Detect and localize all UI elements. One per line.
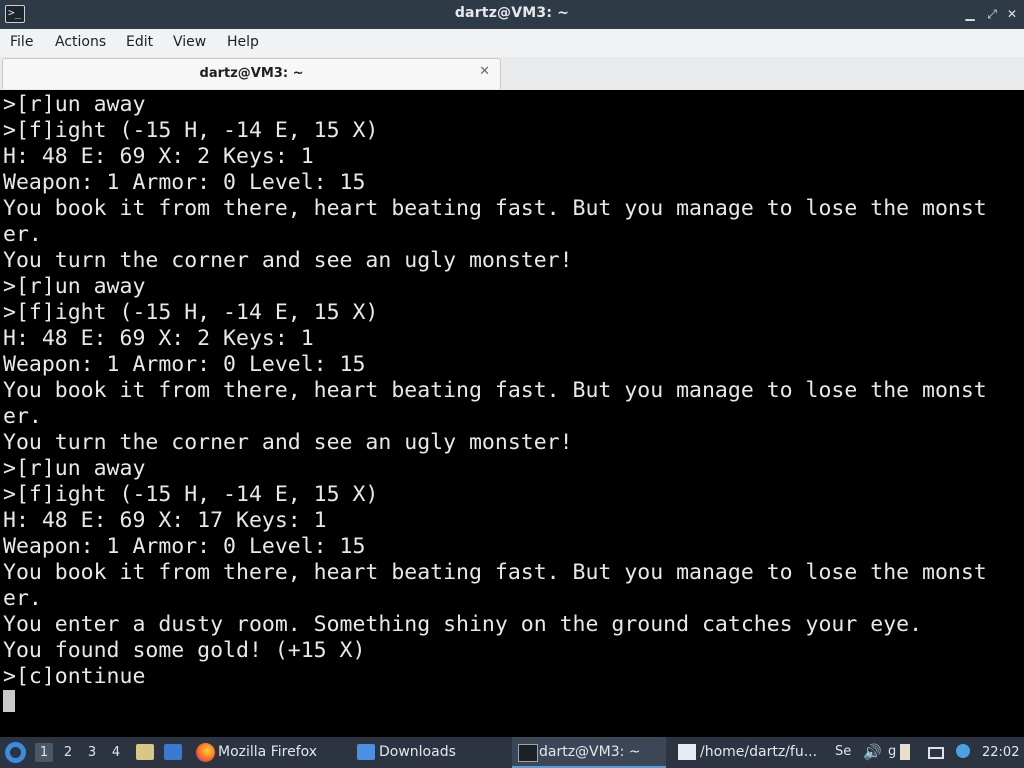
menu-view[interactable]: View	[173, 34, 206, 50]
terminal-line: Weapon: 1 Armor: 0 Level: 15	[3, 170, 366, 195]
terminal-line: er.	[3, 222, 42, 247]
volume-icon[interactable]: 🔊	[863, 744, 882, 760]
workspace-2[interactable]: 2	[59, 743, 77, 762]
terminal-cursor	[3, 690, 15, 712]
network-icon[interactable]	[928, 747, 944, 759]
maximize-button[interactable]: ⤢	[984, 6, 1000, 22]
terminal-line: You turn the corner and see an ugly mons…	[3, 248, 573, 273]
close-window-button[interactable]: ✕	[1004, 6, 1020, 22]
terminal-line: You book it from there, heart beating fa…	[3, 560, 987, 585]
menu-file[interactable]: File	[10, 34, 33, 50]
tab-close-icon[interactable]: ✕	[479, 64, 490, 79]
workspace-4[interactable]: 4	[107, 743, 125, 762]
clock[interactable]: 22:02	[982, 737, 1019, 768]
terminal-line: H: 48 E: 69 X: 2 Keys: 1	[3, 326, 314, 351]
menu-help[interactable]: Help	[227, 34, 259, 50]
terminal-line: You book it from there, heart beating fa…	[3, 378, 987, 403]
start-menu-icon[interactable]	[5, 742, 26, 763]
terminal-line: >[r]un away	[3, 92, 146, 117]
menu-actions[interactable]: Actions	[55, 34, 106, 50]
tab-label: dartz@VM3: ~	[199, 66, 304, 81]
terminal-line: H: 48 E: 69 X: 2 Keys: 1	[3, 144, 314, 169]
terminal-line: er.	[3, 586, 42, 611]
terminal-line: You found some gold! (+15 X)	[3, 638, 366, 663]
terminal-line: Weapon: 1 Armor: 0 Level: 15	[3, 534, 366, 559]
terminal-line: H: 48 E: 69 X: 17 Keys: 1	[3, 508, 327, 533]
terminal-line: er.	[3, 404, 42, 429]
taskbar: 1 2 3 4 Mozilla Firefox Downloads dartz@…	[0, 737, 1024, 768]
terminal-icon	[518, 744, 538, 762]
task-downloads[interactable]: Downloads	[379, 737, 456, 768]
file-manager-icon[interactable]	[136, 744, 154, 760]
terminal-line: Weapon: 1 Armor: 0 Level: 15	[3, 352, 366, 377]
terminal-tab[interactable]: dartz@VM3: ~ ✕	[2, 58, 501, 89]
folder-icon	[357, 744, 375, 760]
terminal-line: >[r]un away	[3, 456, 146, 481]
tray-item-g[interactable]: g	[888, 744, 896, 760]
menu-bar: File Actions Edit View Help	[0, 29, 1024, 58]
task-terminal-label: dartz@VM3: ~	[539, 744, 641, 760]
window-title: dartz@VM3: ~	[454, 5, 570, 21]
terminal-line: You book it from there, heart beating fa…	[3, 196, 987, 221]
window-titlebar[interactable]: >_ dartz@VM3: ~ ▁ ⤢ ✕	[0, 0, 1024, 29]
minimize-button[interactable]: ▁	[962, 6, 978, 22]
terminal-line: >[f]ight (-15 H, -14 E, 15 X)	[3, 300, 379, 325]
terminal-line: >[r]un away	[3, 274, 146, 299]
terminal-line: You enter a dusty room. Something shiny …	[3, 612, 923, 637]
text-editor-icon	[678, 744, 696, 760]
terminal-line: You turn the corner and see an ugly mons…	[3, 430, 573, 455]
tab-bar: dartz@VM3: ~ ✕	[0, 57, 1024, 90]
tray-item-se[interactable]: Se	[835, 744, 851, 760]
firefox-icon	[196, 743, 215, 762]
show-desktop-icon[interactable]	[164, 744, 182, 760]
terminal-line: >[f]ight (-15 H, -14 E, 15 X)	[3, 118, 379, 143]
terminal-line: >[c]ontinue	[3, 664, 146, 689]
update-icon[interactable]	[956, 744, 970, 758]
clipboard-icon[interactable]	[900, 744, 910, 760]
task-editor[interactable]: /home/dartz/fu...	[700, 737, 817, 768]
terminal-lines: >[r]un away >[f]ight (-15 H, -14 E, 15 X)…	[3, 92, 987, 690]
terminal-output[interactable]: >[r]un away >[f]ight (-15 H, -14 E, 15 X)…	[0, 90, 1024, 737]
terminal-line: >[f]ight (-15 H, -14 E, 15 X)	[3, 482, 379, 507]
task-firefox[interactable]: Mozilla Firefox	[218, 737, 317, 768]
menu-edit[interactable]: Edit	[126, 34, 153, 50]
workspace-1[interactable]: 1	[35, 743, 53, 762]
workspace-3[interactable]: 3	[83, 743, 101, 762]
